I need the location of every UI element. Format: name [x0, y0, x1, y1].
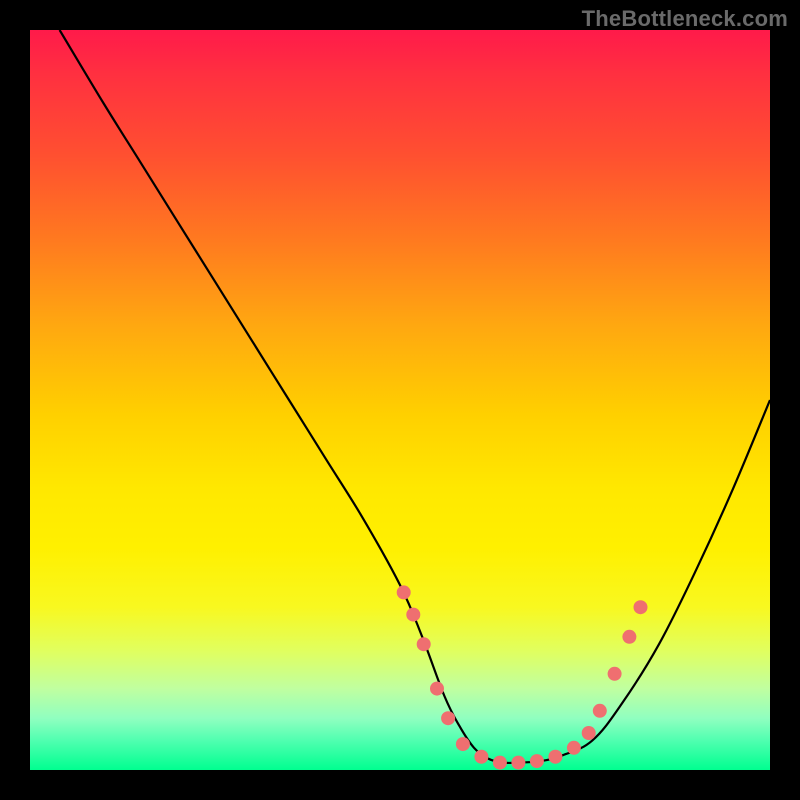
curve-dot [622, 630, 636, 644]
plot-area [30, 30, 770, 770]
curve-dot [397, 585, 411, 599]
curve-dot [441, 711, 455, 725]
chart-container: TheBottleneck.com [0, 0, 800, 800]
chart-svg [30, 30, 770, 770]
curve-dot [417, 637, 431, 651]
watermark-text: TheBottleneck.com [582, 6, 788, 32]
curve-dot [593, 704, 607, 718]
curve-dot [582, 726, 596, 740]
bottleneck-curve [60, 30, 770, 763]
curve-dot [430, 682, 444, 696]
curve-dot [548, 750, 562, 764]
curve-dot [406, 608, 420, 622]
curve-dots-group [397, 585, 648, 769]
curve-dot [493, 756, 507, 770]
curve-dot [530, 754, 544, 768]
curve-dot [511, 756, 525, 770]
curve-dot [474, 750, 488, 764]
curve-dot [608, 667, 622, 681]
curve-dot [634, 600, 648, 614]
curve-dot [567, 741, 581, 755]
curve-dot [456, 737, 470, 751]
